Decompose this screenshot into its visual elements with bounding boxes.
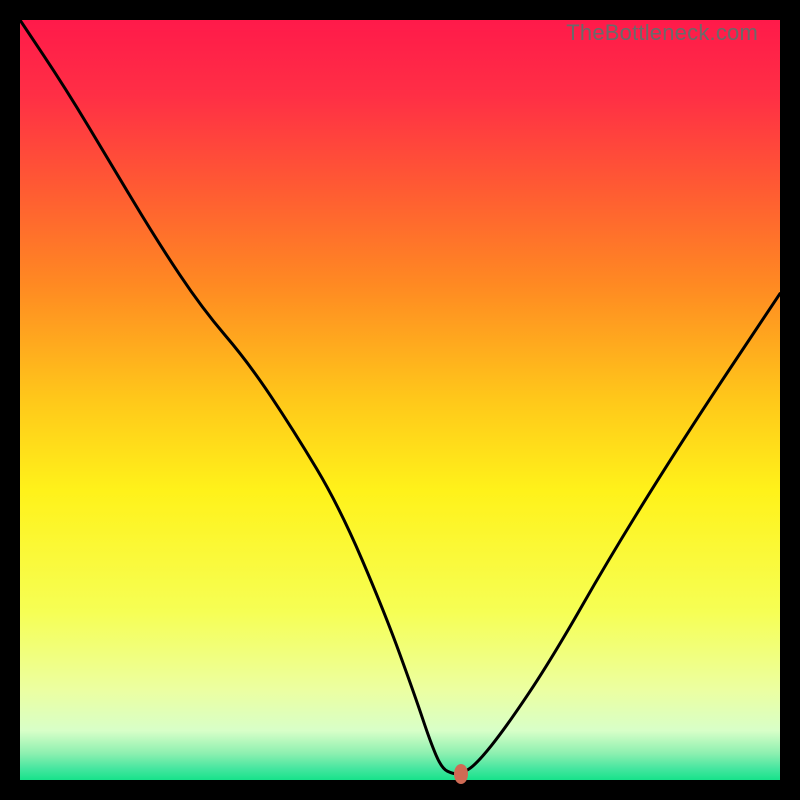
watermark-text: TheBottleneck.com <box>566 20 758 46</box>
chart-plot <box>20 20 780 780</box>
chart-frame: TheBottleneck.com <box>20 20 780 780</box>
optimal-point-marker <box>454 764 468 784</box>
gradient-fill <box>20 20 780 780</box>
